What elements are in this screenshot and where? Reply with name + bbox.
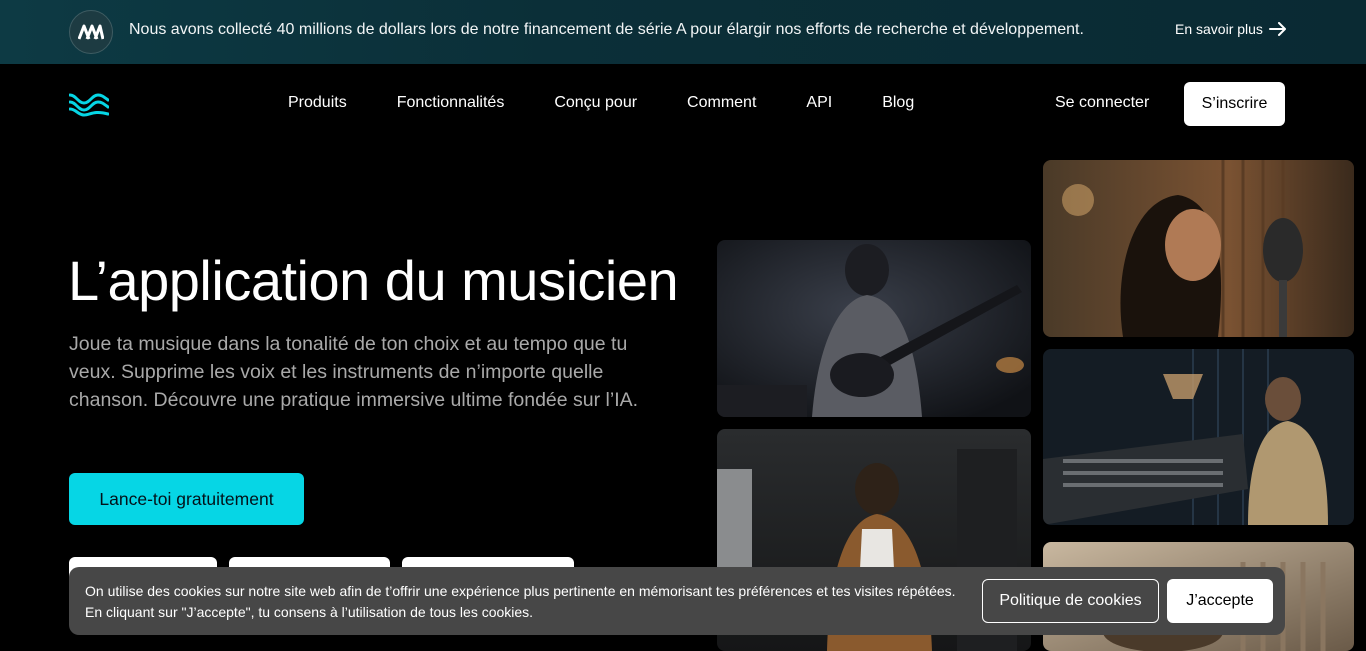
cookie-message-line-2: En cliquant sur "J’accepte", tu consens …	[85, 604, 534, 620]
main-nav: Produits Fonctionnalités Conçu pour Comm…	[288, 94, 964, 114]
hero-subtitle: Joue ta musique dans la tonalité de ton …	[69, 333, 639, 411]
nav-link-blog[interactable]: Blog	[882, 94, 914, 114]
announcement-text: Nous avons collecté 40 millions de dolla…	[129, 21, 1084, 38]
cookie-policy-button[interactable]: Politique de cookies	[982, 579, 1159, 623]
guitarist-photo	[717, 240, 1031, 417]
cookie-accept-button[interactable]: J’accepte	[1167, 579, 1273, 623]
cookie-banner: On utilise des cookies sur notre site we…	[69, 567, 1285, 635]
start-free-button[interactable]: Lance-toi gratuitement	[69, 473, 304, 525]
signup-button[interactable]: S’inscrire	[1184, 82, 1285, 126]
singer-microphone-photo	[1043, 160, 1354, 337]
login-link[interactable]: Se connecter	[1055, 94, 1149, 112]
nav-link-comment[interactable]: Comment	[687, 94, 756, 114]
pianist-studio-photo	[1043, 349, 1354, 525]
cookie-message-line-1: On utilise des cookies sur notre site we…	[85, 583, 956, 599]
learn-more-link[interactable]: En savoir plus	[1175, 21, 1287, 37]
announcement-bar: Nous avons collecté 40 millions de dolla…	[0, 0, 1366, 64]
nav-link-api[interactable]: API	[806, 94, 832, 114]
nav-link-concu-pour[interactable]: Conçu pour	[554, 94, 637, 114]
hero-title: L’application du musicien	[68, 249, 679, 312]
nav-link-fonctionnalites[interactable]: Fonctionnalités	[397, 94, 505, 114]
nav-link-produits[interactable]: Produits	[288, 94, 347, 114]
cookie-message: On utilise des cookies sur notre site we…	[85, 581, 956, 623]
learn-more-label: En savoir plus	[1175, 21, 1263, 37]
moises-m-logo-icon	[69, 10, 113, 54]
arrow-right-icon	[1268, 22, 1286, 36]
waves-logo-icon[interactable]	[68, 91, 110, 117]
